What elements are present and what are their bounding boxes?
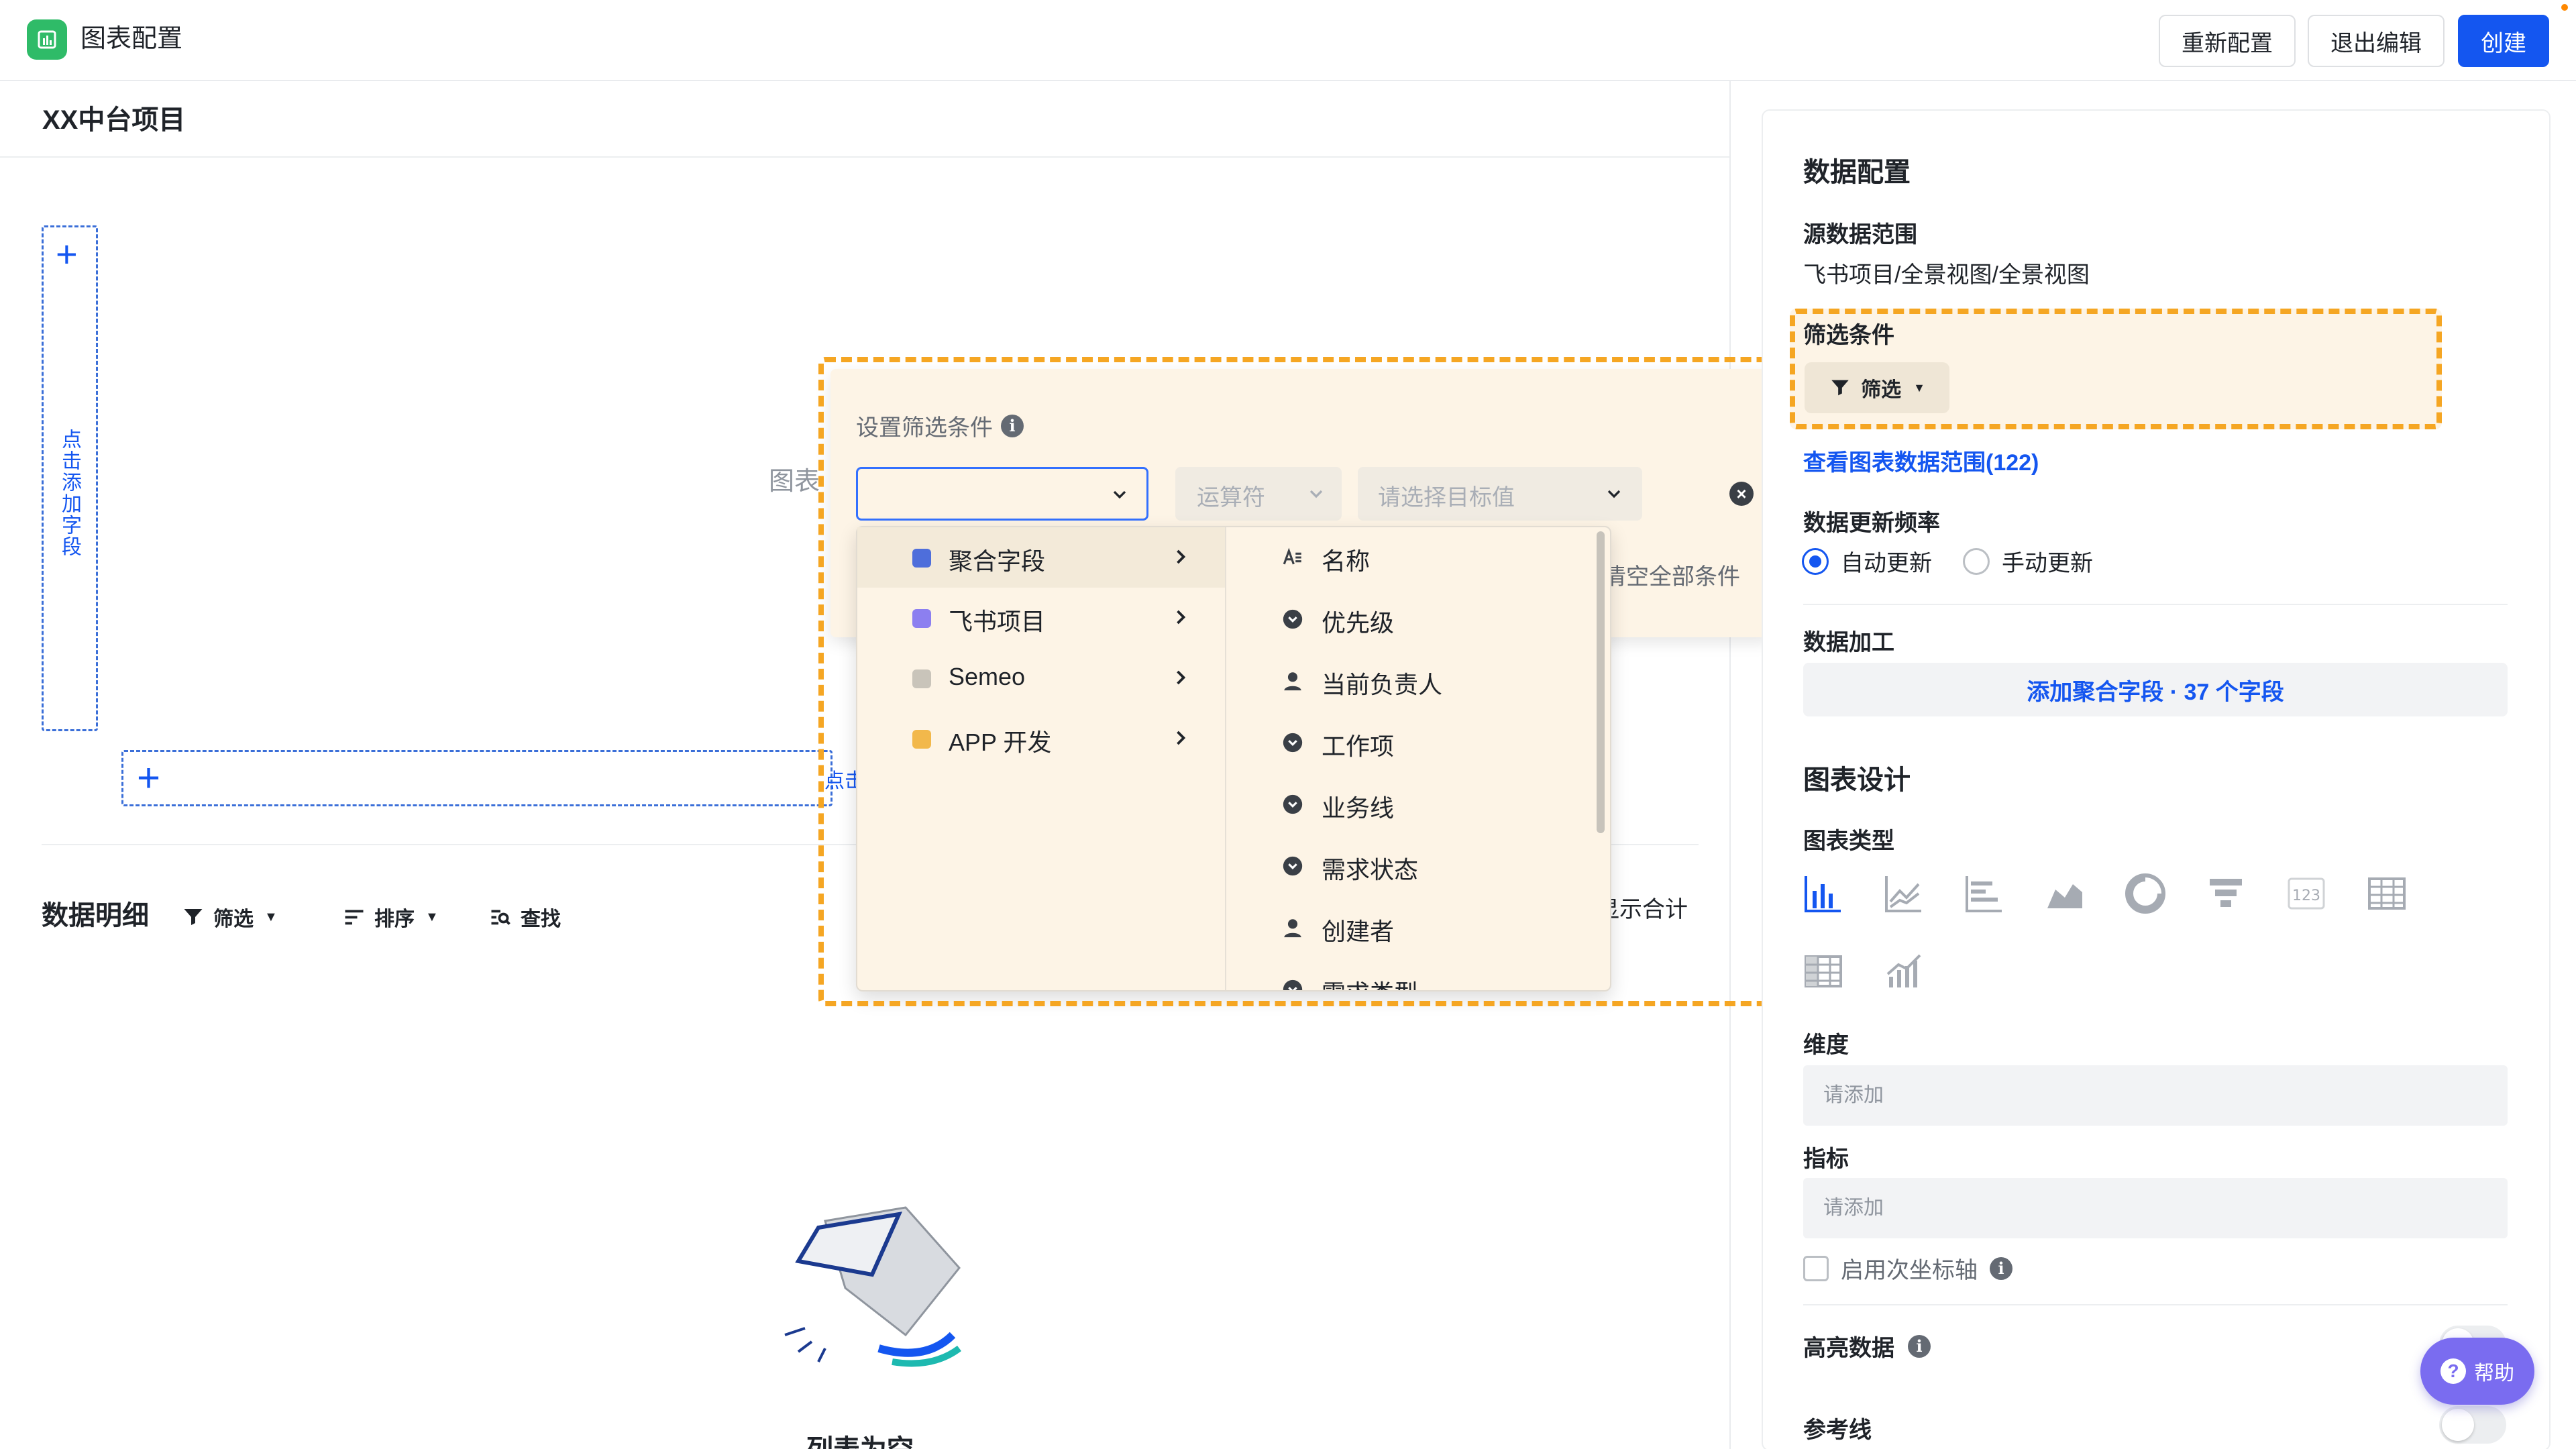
question-icon: ? — [2440, 1358, 2466, 1384]
notification-dot — [2561, 4, 2568, 11]
add-field-vertical-label: 点击添加字段 — [58, 429, 80, 557]
pivot-table-icon[interactable] — [1802, 950, 1845, 993]
detail-filter-button[interactable]: 筛选 ▼ — [181, 902, 278, 932]
create-button[interactable]: 创建 — [2458, 15, 2549, 67]
project-title: XX中台项目 — [42, 105, 186, 135]
update-frequency-label: 数据更新频率 — [1803, 511, 1940, 536]
data-detail-title: 数据明细 — [42, 901, 149, 930]
chart-design-title: 图表设计 — [1803, 765, 1911, 795]
auto-update-radio[interactable]: 自动更新 — [1802, 545, 1932, 578]
secondary-axis-checkbox[interactable]: 启用次坐标轴 i — [1803, 1252, 2012, 1285]
project-header — [0, 81, 1729, 158]
dimension-label: 维度 — [1803, 1032, 1849, 1058]
detail-find-button[interactable]: 查找 — [488, 902, 561, 932]
reconfigure-button[interactable]: 重新配置 — [2159, 15, 2296, 67]
add-aggregate-field-button[interactable]: 添加聚合字段 · 37 个字段 — [1803, 663, 2508, 716]
dimension-input[interactable]: 请添加 — [1803, 1065, 2508, 1126]
empty-list-illustration — [771, 1201, 973, 1399]
reference-line-toggle[interactable] — [2439, 1406, 2506, 1444]
add-field-horizontal-dropzone[interactable]: + 点击 — [121, 750, 865, 806]
divider — [1803, 604, 2508, 605]
detail-find-label: 查找 — [521, 908, 561, 930]
source-range-label: 源数据范围 — [1803, 222, 1917, 248]
highlight-data-row: 高亮数据 i — [1803, 1330, 1931, 1362]
help-button[interactable]: ? 帮助 — [2420, 1338, 2534, 1405]
info-icon[interactable]: i — [1908, 1334, 1931, 1358]
data-config-title: 数据配置 — [1803, 158, 1911, 187]
bar-chart-icon[interactable] — [1802, 872, 1845, 915]
chart-type-label: 图表类型 — [1803, 828, 1894, 854]
detail-sort-button[interactable]: 排序 ▼ — [342, 902, 439, 932]
chart-placeholder-text: 图表 — [769, 468, 820, 496]
funnel-chart-icon[interactable] — [2204, 872, 2247, 915]
svg-text:123: 123 — [2292, 888, 2320, 904]
find-icon — [491, 910, 511, 925]
detail-sort-label: 排序 — [374, 908, 415, 930]
filter-popover-highlight-frame — [818, 357, 1782, 1006]
info-icon[interactable]: i — [1990, 1256, 2012, 1280]
plus-icon: + — [56, 233, 78, 275]
filter-icon — [1831, 380, 1849, 396]
radio-selected-icon — [1802, 547, 1829, 575]
reference-line-label: 参考线 — [1803, 1417, 1872, 1443]
filter-condition-label: 筛选条件 — [1803, 323, 1894, 348]
plus-icon: + — [137, 755, 161, 800]
filter-icon — [184, 909, 203, 925]
caret-down-icon: ▼ — [425, 909, 439, 924]
add-field-vertical-dropzone[interactable]: + 点击添加字段 — [42, 225, 98, 731]
divider — [1803, 1304, 2508, 1305]
caret-down-icon: ▼ — [1913, 380, 1925, 394]
chart-config-logo-icon — [27, 19, 67, 60]
pie-chart-icon[interactable] — [2124, 872, 2167, 915]
sort-icon — [345, 910, 364, 925]
combo-chart-icon[interactable] — [1882, 950, 1925, 993]
detail-filter-label: 筛选 — [213, 908, 254, 930]
view-chart-data-range-link[interactable]: 查看图表数据范围(122) — [1803, 444, 2039, 477]
auto-update-label: 自动更新 — [1841, 551, 1932, 576]
secondary-axis-label: 启用次坐标轴 — [1841, 1258, 1978, 1283]
radio-unselected-icon — [1963, 547, 1990, 575]
source-range-value: 飞书项目/全景视图/全景视图 — [1803, 262, 2090, 288]
help-button-label: 帮助 — [2474, 1362, 2514, 1385]
filter-condition-button[interactable]: 筛选 ▼ — [1805, 362, 1949, 413]
line-chart-icon[interactable] — [1882, 872, 1925, 915]
empty-list-text: 列表为空 — [806, 1428, 914, 1449]
filter-chip-label: 筛选 — [1861, 379, 1902, 401]
table-icon[interactable] — [2365, 872, 2408, 915]
caret-down-icon: ▼ — [264, 909, 278, 924]
app-title: 图表配置 — [80, 25, 183, 53]
exit-edit-button[interactable]: 退出编辑 — [2308, 15, 2445, 67]
data-processing-label: 数据加工 — [1803, 630, 1894, 655]
area-chart-icon[interactable] — [2043, 872, 2086, 915]
metric-label: 指标 — [1803, 1146, 1849, 1172]
number-card-icon[interactable]: 123 — [2285, 872, 2328, 915]
manual-update-radio[interactable]: 手动更新 — [1963, 545, 2093, 578]
manual-update-label: 手动更新 — [2002, 551, 2093, 576]
metric-input[interactable]: 请添加 — [1803, 1178, 2508, 1238]
horizontal-bar-icon[interactable] — [1963, 872, 2006, 915]
highlight-data-label: 高亮数据 — [1803, 1336, 1894, 1361]
checkbox-icon — [1803, 1255, 1829, 1281]
